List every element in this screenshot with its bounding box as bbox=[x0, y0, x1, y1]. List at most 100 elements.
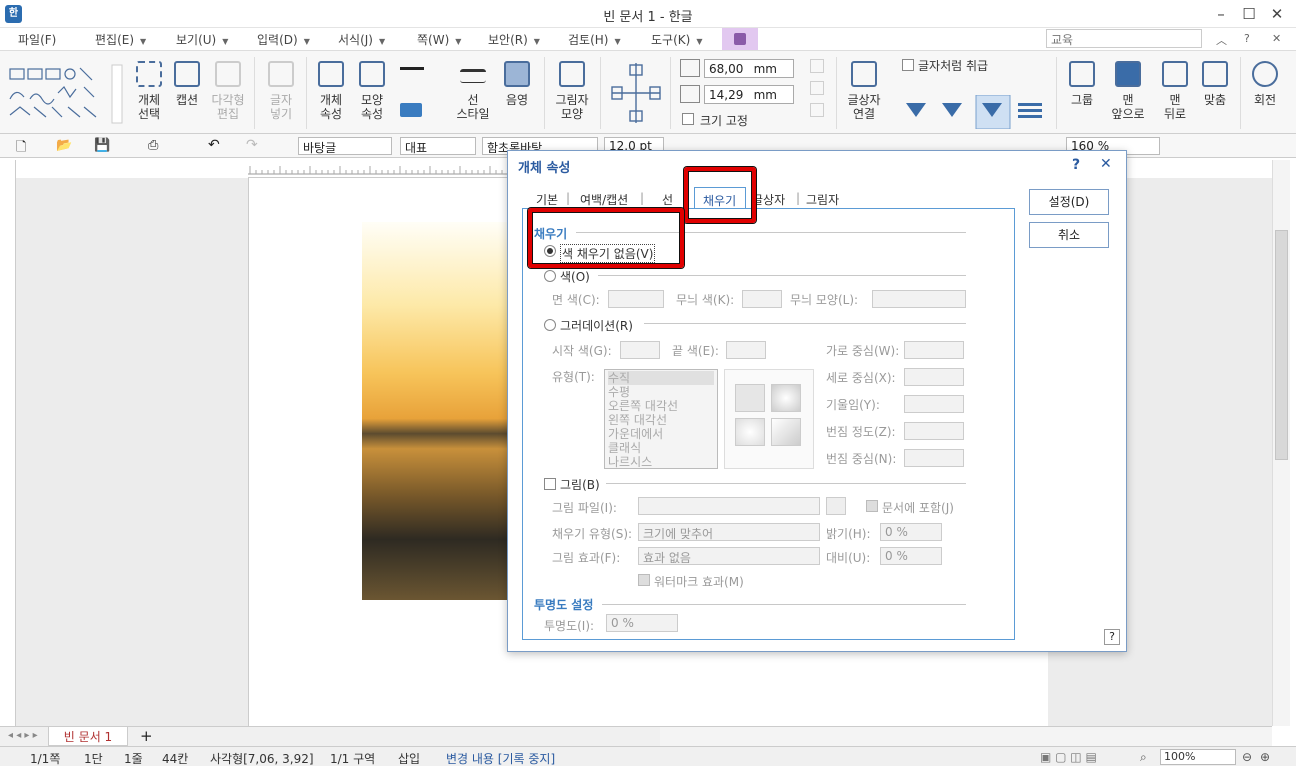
add-tab-icon[interactable]: + bbox=[140, 727, 153, 745]
picture-checkbox[interactable] bbox=[544, 478, 556, 490]
picture-file-input[interactable] bbox=[638, 497, 820, 515]
ok-button[interactable]: 설정(D) bbox=[1029, 189, 1109, 215]
width-input[interactable]: 68,00 mm bbox=[704, 59, 794, 78]
tab-basic[interactable]: 기본 bbox=[536, 191, 558, 208]
open-folder-icon[interactable]: 📂 bbox=[56, 138, 72, 153]
list-item[interactable]: 나르시스 bbox=[608, 455, 714, 469]
list-item[interactable]: 수직 bbox=[608, 371, 714, 385]
menu-input[interactable]: 입력(D) ▼ bbox=[257, 31, 310, 48]
pattern-shape-select[interactable] bbox=[872, 290, 966, 308]
fill-type-select[interactable]: 크기에 맞추어 bbox=[638, 523, 820, 541]
picture-shape-button[interactable]: 그림자 모양 bbox=[552, 61, 592, 121]
start-color-picker[interactable] bbox=[620, 341, 660, 359]
h-center-input[interactable] bbox=[904, 341, 964, 359]
collapse-ribbon-icon[interactable]: ︿ bbox=[1216, 32, 1227, 48]
shadow-button[interactable]: 음영 bbox=[500, 61, 534, 107]
view-mode-icons[interactable]: ▣ ▢ ◫ ▤ bbox=[1040, 750, 1097, 764]
treat-as-char-checkbox[interactable] bbox=[902, 59, 914, 71]
panel-help-icon[interactable]: ? bbox=[1104, 629, 1120, 645]
object-context-tab[interactable] bbox=[722, 28, 758, 50]
cancel-button[interactable]: 취소 bbox=[1029, 222, 1109, 248]
doc-tab[interactable]: 빈 문서 1 bbox=[48, 727, 128, 746]
tab-textbox[interactable]: 글상자 bbox=[752, 191, 785, 208]
menu-view[interactable]: 보기(U) ▼ bbox=[176, 31, 228, 48]
size-fixed-checkbox[interactable] bbox=[682, 113, 694, 125]
send-back-button[interactable]: 맨 뒤로 bbox=[1156, 61, 1194, 121]
menu-edit[interactable]: 편집(E) ▼ bbox=[95, 31, 146, 48]
face-color-picker[interactable] bbox=[608, 290, 664, 308]
shape-props-button[interactable]: 모양 속성 bbox=[354, 61, 390, 121]
new-doc-icon[interactable]: 🗋 bbox=[16, 138, 26, 160]
tab-nav-icons[interactable]: ◂ ◂ ▸ ▸ bbox=[8, 730, 38, 741]
contrast-input[interactable]: 0 % bbox=[880, 547, 942, 565]
menu-review[interactable]: 검토(H) ▼ bbox=[568, 31, 621, 48]
color-radio[interactable] bbox=[544, 270, 556, 282]
vertical-scrollbar[interactable] bbox=[1272, 160, 1290, 726]
close-doc-icon[interactable]: ✕ bbox=[1272, 32, 1281, 45]
redo-icon[interactable]: ↷ bbox=[246, 137, 258, 153]
maximize-button[interactable]: ☐ bbox=[1238, 4, 1260, 24]
include-doc-checkbox[interactable] bbox=[866, 500, 878, 512]
status-track[interactable]: 변경 내용 [기록 중지] bbox=[446, 750, 555, 767]
status-insert[interactable]: 삽입 bbox=[398, 750, 420, 767]
list-item[interactable]: 왼쪽 대각선 bbox=[608, 413, 714, 427]
search-input[interactable]: 교육 bbox=[1046, 29, 1202, 48]
horizontal-scrollbar[interactable] bbox=[660, 726, 1272, 746]
object-props-button[interactable]: 개체 속성 bbox=[314, 61, 348, 121]
bring-front-button[interactable]: 맨 앞으로 bbox=[1108, 61, 1148, 121]
menu-security[interactable]: 보안(R) ▼ bbox=[488, 31, 540, 48]
zoom-icon[interactable]: ⌕ bbox=[1140, 750, 1147, 765]
sunset-photo-image[interactable] bbox=[362, 222, 508, 600]
text-insert-button[interactable]: 글자 넣기 bbox=[264, 61, 298, 121]
minimize-button[interactable]: – bbox=[1210, 4, 1232, 24]
close-button[interactable]: ✕ bbox=[1266, 4, 1288, 24]
list-item[interactable]: 오른쪽 대각선 bbox=[608, 399, 714, 413]
polygon-edit-button[interactable]: 다각형 편집 bbox=[206, 61, 250, 121]
zoom-out-icon[interactable]: ⊖ bbox=[1242, 750, 1252, 764]
pattern-color-picker[interactable] bbox=[742, 290, 782, 308]
picture-effect-select[interactable]: 효과 없음 bbox=[638, 547, 820, 565]
shape-gallery[interactable] bbox=[6, 63, 124, 125]
brightness-input[interactable]: 0 % bbox=[880, 523, 942, 541]
height-input[interactable]: 14,29 mm bbox=[704, 85, 794, 104]
menu-page[interactable]: 쪽(W) ▼ bbox=[417, 31, 461, 48]
rotate-button[interactable]: 회전 bbox=[1248, 61, 1282, 107]
gradient-type-list[interactable]: 수직 수평 오른쪽 대각선 왼쪽 대각선 가운데에서 클래식 나르시스 bbox=[604, 369, 718, 469]
dialog-help-button[interactable]: ? bbox=[1072, 157, 1080, 173]
lang-select[interactable]: 대표 bbox=[400, 137, 476, 155]
browse-folder-icon[interactable] bbox=[826, 497, 846, 515]
watermark-checkbox[interactable] bbox=[638, 574, 650, 586]
list-item[interactable]: 수평 bbox=[608, 385, 714, 399]
tab-margin-caption[interactable]: 여백/캡션 bbox=[580, 191, 628, 208]
print-icon[interactable]: ⎙ bbox=[148, 138, 158, 153]
tab-line[interactable]: 선 bbox=[662, 191, 673, 208]
transparency-input[interactable]: 0 % bbox=[606, 614, 678, 632]
object-select-button[interactable]: 개체 선택 bbox=[130, 61, 168, 121]
line-fill-colors[interactable] bbox=[398, 63, 438, 123]
line-style-button[interactable]: 선 스타일 bbox=[452, 61, 494, 121]
caption-button[interactable]: 캡션 bbox=[172, 61, 202, 107]
menu-file[interactable]: 파일(F) bbox=[18, 31, 56, 48]
gradient-radio[interactable] bbox=[544, 319, 556, 331]
group-button[interactable]: 그룹 bbox=[1064, 61, 1100, 107]
align-button[interactable]: 맞춤 bbox=[1198, 61, 1232, 107]
zoom-in-icon[interactable]: ⊕ bbox=[1260, 750, 1270, 764]
dialog-close-button[interactable]: ✕ bbox=[1100, 156, 1112, 172]
textbox-link-button[interactable]: 글상자 연결 bbox=[844, 61, 884, 121]
scroll-thumb[interactable] bbox=[1275, 230, 1288, 460]
blur-center-input[interactable] bbox=[904, 449, 964, 467]
menu-format[interactable]: 서식(J) ▼ bbox=[338, 31, 385, 48]
undo-icon[interactable]: ↶ bbox=[208, 137, 220, 153]
style-select[interactable]: 바탕글 bbox=[298, 137, 392, 155]
help-icon[interactable]: ? bbox=[1244, 32, 1250, 45]
v-center-input[interactable] bbox=[904, 368, 964, 386]
wrap-options[interactable] bbox=[902, 94, 1048, 130]
menu-tools[interactable]: 도구(K) ▼ bbox=[651, 31, 702, 48]
tab-shadow[interactable]: 그림자 bbox=[806, 191, 839, 208]
list-item[interactable]: 가운데에서 bbox=[608, 427, 714, 441]
list-item[interactable]: 클래식 bbox=[608, 441, 714, 455]
align-arrows[interactable] bbox=[608, 61, 664, 125]
tilt-input[interactable] bbox=[904, 395, 964, 413]
zoom-select-status[interactable]: 100% bbox=[1160, 749, 1236, 765]
end-color-picker[interactable] bbox=[726, 341, 766, 359]
